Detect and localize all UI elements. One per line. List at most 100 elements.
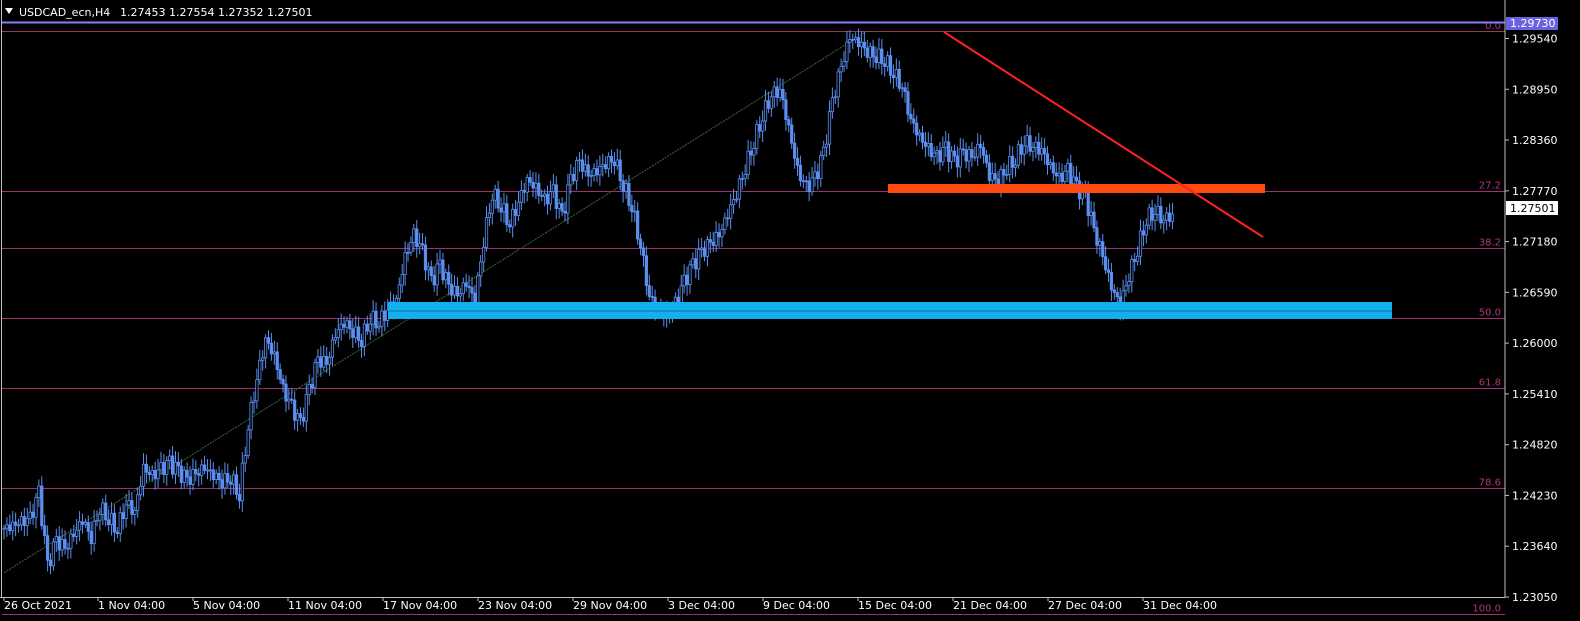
candle-body [1013, 164, 1018, 168]
candle-body [976, 143, 980, 158]
candle-body [77, 521, 82, 531]
candle-body [333, 337, 337, 341]
candlestick-chart[interactable]: 0.027.238.250.061.878.6100.0 1.295401.28… [0, 0, 1580, 621]
candle-body [755, 124, 759, 149]
candle-body [711, 241, 715, 246]
candle-body [127, 500, 131, 506]
fib-level-label: 50.0 [1479, 308, 1501, 319]
candle-body [734, 198, 739, 201]
candle-body [731, 199, 736, 206]
candle-body [1136, 255, 1140, 262]
candle-body [694, 258, 698, 270]
candle-body [156, 469, 160, 480]
candle-body [979, 143, 983, 148]
candle-body [484, 217, 489, 248]
candle-body [511, 209, 515, 228]
candle-body [348, 320, 352, 330]
y-tick-label: 1.24820 [1512, 439, 1558, 452]
candle-body [136, 494, 140, 511]
candle-body [25, 518, 29, 526]
candle-body [438, 259, 442, 265]
candle-body [121, 512, 125, 519]
candle-body [1159, 205, 1163, 224]
candle-body [11, 521, 15, 532]
candle-body [697, 249, 701, 270]
candle-body [993, 173, 997, 180]
candle-body [43, 525, 47, 537]
fib-level-label: 27.2 [1479, 181, 1501, 192]
x-tick-label: 26 Oct 2021 [4, 599, 72, 612]
candle-body [900, 87, 904, 90]
candle-body [1153, 214, 1157, 221]
candle-body [618, 159, 622, 182]
candle-body [415, 228, 419, 247]
candle-body [144, 463, 149, 473]
candle-body [147, 471, 151, 475]
candle-body [409, 242, 413, 253]
candle-body [795, 157, 800, 166]
candle-body [493, 188, 497, 201]
x-tick-label: 31 Dec 04:00 [1143, 599, 1217, 612]
candle-body [1060, 172, 1064, 182]
candle-body [813, 171, 817, 179]
candle-body [86, 522, 90, 532]
candle-body [949, 150, 954, 162]
candle-body [374, 310, 378, 329]
candle-body [958, 148, 962, 168]
candle-body [720, 229, 724, 238]
candle-body [819, 155, 823, 180]
candle-body [816, 171, 820, 180]
symbol-header: USDCAD_ecn,H4 1.27453 1.27554 1.27352 1.… [5, 6, 312, 19]
candle-body [932, 152, 936, 158]
candle-body [981, 147, 986, 156]
candle-body [563, 210, 567, 214]
candle-body [432, 275, 436, 286]
candle-body [595, 168, 599, 176]
candle-body [284, 383, 288, 402]
candle-body [319, 356, 323, 368]
candle-body [793, 142, 797, 159]
candle-body [1057, 172, 1061, 177]
candle-body [891, 74, 896, 78]
candle-body [176, 461, 180, 467]
candle-body [104, 502, 108, 521]
candle-body [606, 155, 611, 170]
candle-body [787, 119, 791, 126]
resistance-zone[interactable] [888, 184, 1265, 193]
candle-body [543, 193, 547, 197]
candle-body [165, 460, 169, 475]
candle-body [66, 547, 70, 550]
candle-body [229, 481, 233, 485]
candle-body [1109, 271, 1114, 291]
y-tick-label: 1.23640 [1512, 540, 1558, 553]
candle-body [429, 266, 433, 276]
candle-body [513, 209, 518, 216]
ohlc-quotes: 1.27453 1.27554 1.27352 1.27501 [120, 6, 312, 19]
candle-body [941, 146, 945, 163]
candle-body [19, 516, 24, 526]
x-tick-label: 15 Dec 04:00 [858, 599, 932, 612]
candle-body [461, 282, 465, 295]
candle-body [304, 394, 308, 422]
candle-body [1037, 141, 1041, 155]
candle-body [57, 536, 61, 551]
candle-body [28, 511, 32, 520]
x-tick-label: 29 Nov 04:00 [573, 599, 647, 612]
candle-body [540, 195, 544, 197]
candle-body [1104, 256, 1108, 271]
candle-body [1008, 156, 1012, 175]
candle-body [641, 247, 646, 257]
candle-body [636, 210, 640, 240]
candle-body [525, 177, 529, 193]
candle-body [714, 232, 718, 246]
current-price-label: 1.27501 [1510, 202, 1556, 215]
candle-body [589, 175, 593, 177]
x-tick-label: 17 Nov 04:00 [383, 599, 457, 612]
candle-body [598, 166, 602, 176]
candle-body [397, 284, 401, 299]
candle-body [330, 339, 335, 358]
candle-body [1141, 230, 1146, 236]
fib-level-label: 61.8 [1479, 378, 1501, 389]
candle-body [31, 511, 35, 518]
candle-body [8, 524, 12, 532]
